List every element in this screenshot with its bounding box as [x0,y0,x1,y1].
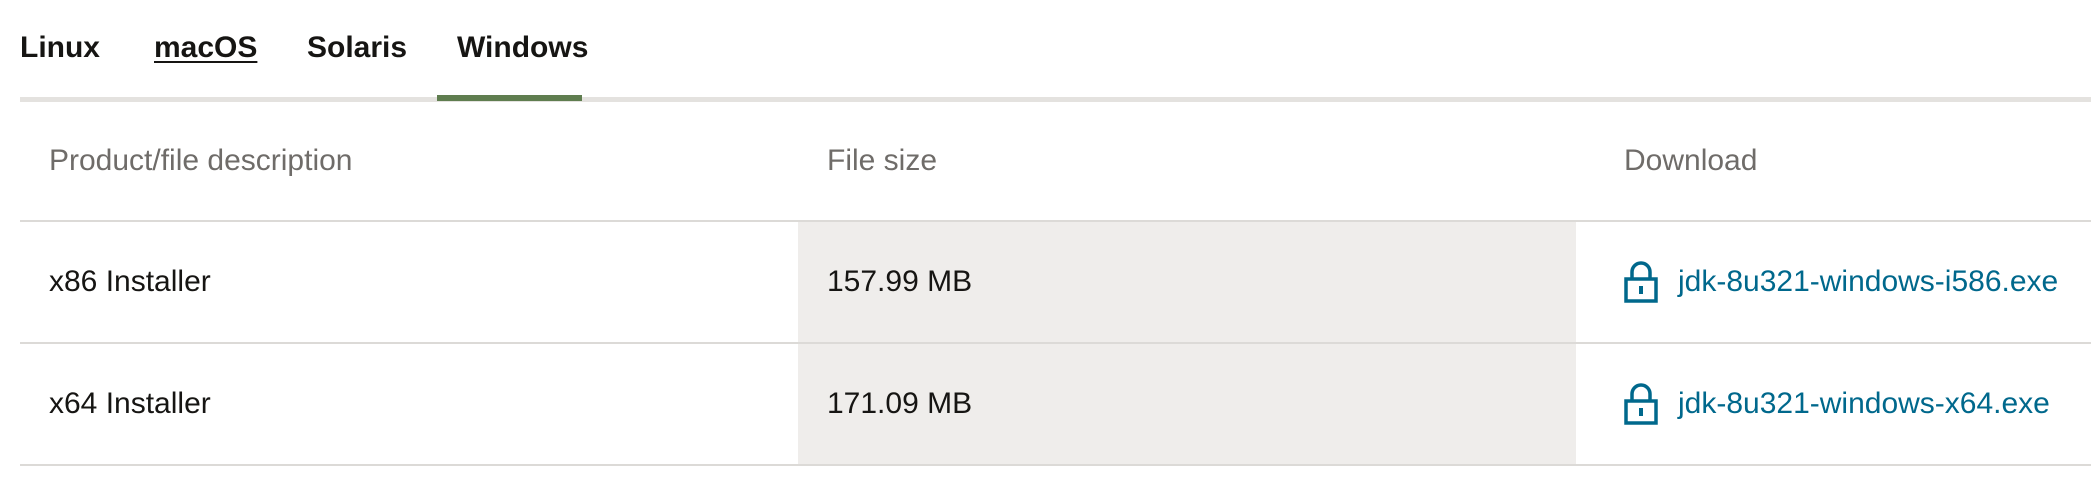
platform-tabs: Linux macOS Solaris Windows [20,0,2091,102]
column-header-file-size: File size [827,144,938,177]
file-size: 171.09 MB [798,344,1576,464]
download-cell: jdk-8u321-windows-x64.exe [1576,344,2091,464]
file-description: x64 Installer [49,387,211,420]
file-size: 157.99 MB [798,222,1576,342]
tab-windows[interactable]: Windows [457,28,588,68]
column-header-download: Download [1624,144,1758,177]
download-link[interactable]: jdk-8u321-windows-i586.exe [1624,261,2058,303]
table-row: x86 Installer 157.99 MB jdk-8u321-window… [20,222,2091,344]
tab-macos[interactable]: macOS [154,28,257,68]
lock-icon [1624,261,1658,303]
download-filename[interactable]: jdk-8u321-windows-x64.exe [1678,387,2050,421]
column-header-description: Product/file description [49,144,353,177]
table-row: x64 Installer 171.09 MB jdk-8u321-window… [20,344,2091,466]
tab-linux[interactable]: Linux [20,28,100,68]
download-filename[interactable]: jdk-8u321-windows-i586.exe [1678,265,2058,299]
lock-icon [1624,383,1658,425]
download-link[interactable]: jdk-8u321-windows-x64.exe [1624,383,2050,425]
file-description: x86 Installer [49,265,211,298]
download-cell: jdk-8u321-windows-i586.exe [1576,222,2091,342]
table-header-row: Product/file description File size Downl… [20,102,2091,222]
tab-solaris[interactable]: Solaris [307,28,407,68]
active-tab-indicator [437,95,582,101]
